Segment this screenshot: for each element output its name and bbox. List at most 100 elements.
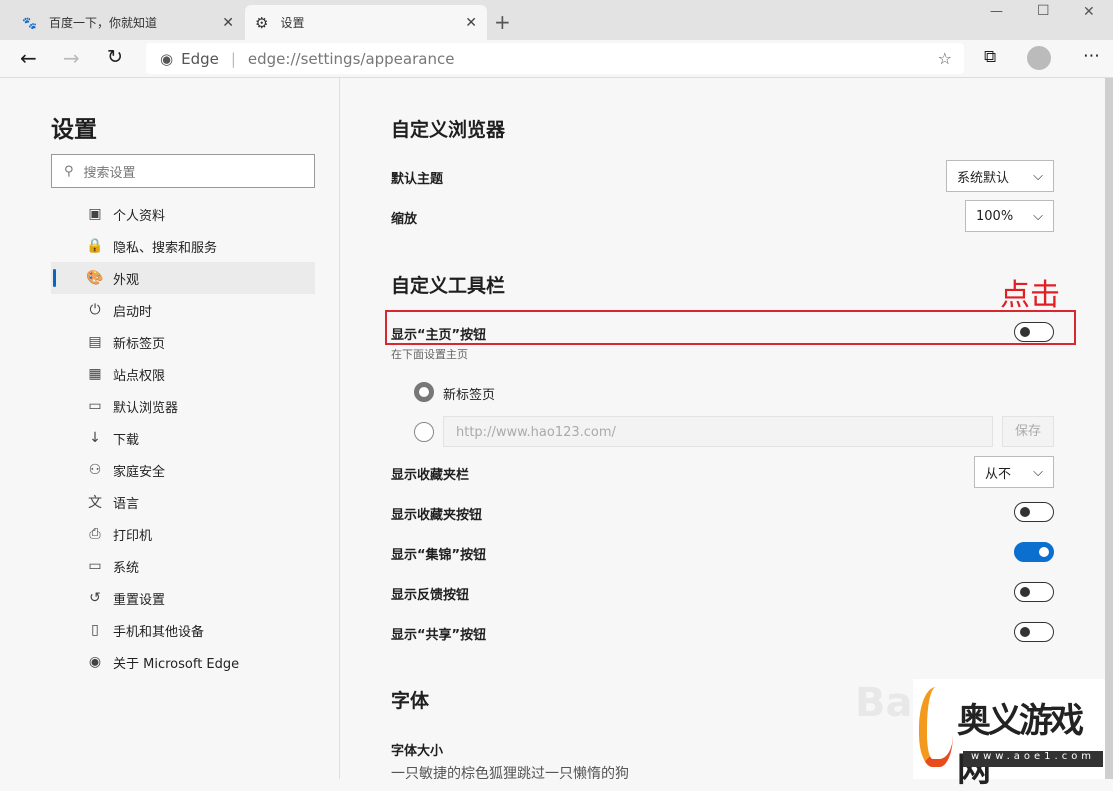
toggle-switch[interactable]: [1014, 582, 1054, 602]
sidebar-item[interactable]: ▦ 站点权限: [51, 358, 315, 390]
sidebar-item[interactable]: ↓ 下载: [51, 422, 315, 454]
back-button[interactable]: ←: [20, 46, 37, 70]
section-customize-toolbar: 自定义工具栏: [391, 275, 506, 297]
sidebar-item[interactable]: ◉ 关于 Microsoft Edge: [51, 646, 315, 678]
printer-icon: ⎙: [89, 526, 101, 542]
toggle-label: 显示反馈按钮: [391, 588, 470, 603]
language-icon: 文: [88, 495, 102, 511]
palette-icon: 🎨: [86, 270, 104, 286]
maximize-button[interactable]: ☐: [1037, 3, 1050, 19]
theme-dropdown[interactable]: 系统默认 ⌵: [946, 160, 1054, 192]
site-permissions-icon: ▦: [88, 366, 102, 382]
baidu-paw-icon: 🐾: [22, 15, 37, 30]
favorites-bar-dropdown[interactable]: 从不 ⌵: [974, 456, 1054, 488]
home-subtext: 在下面设置主页: [391, 348, 468, 361]
url-text: edge://settings/appearance: [247, 49, 455, 68]
toggle-label: 显示“集锦”按钮: [391, 548, 487, 563]
sidebar-item-label: 隐私、搜索和服务: [113, 240, 218, 256]
sidebar-item-label: 家庭安全: [113, 464, 166, 480]
site-label: Edge: [181, 49, 219, 68]
sidebar-item-label: 系统: [113, 560, 140, 576]
favorites-bar-value: 从不: [985, 466, 1012, 482]
sidebar-item[interactable]: ⏻ 启动时: [51, 294, 315, 326]
toggle-switch[interactable]: [1014, 542, 1054, 562]
highlight-box: [385, 310, 1076, 345]
collections-icon[interactable]: ⧉: [984, 47, 996, 67]
section-customize-browser: 自定义浏览器: [391, 119, 506, 141]
font-sample: 一只敏捷的棕色狐狸跳过一只懒惰的狗: [391, 766, 629, 782]
sidebar-item[interactable]: ▣ 个人资料: [51, 198, 315, 230]
toggle-switch[interactable]: [1014, 622, 1054, 642]
system-icon: ▭: [88, 558, 102, 574]
refresh-button[interactable]: ↻: [107, 46, 123, 68]
divider: |: [230, 49, 236, 68]
toggle-label: 显示“共享”按钮: [391, 628, 487, 643]
watermark-text: 奥义游戏网: [957, 701, 1084, 790]
site-watermark: 奥义游戏网 www.aoe1.com: [913, 679, 1105, 790]
home-button-label: 显示“主页”按钮: [391, 328, 487, 343]
close-tab-icon[interactable]: ✕: [222, 15, 234, 31]
sidebar-item[interactable]: ▭ 默认浏览器: [51, 390, 315, 422]
minimize-button[interactable]: —: [990, 4, 1003, 19]
chevron-down-icon: ⌵: [1033, 168, 1043, 184]
forward-button[interactable]: →: [63, 46, 80, 70]
sidebar-item[interactable]: 🔒 隐私、搜索和服务: [51, 230, 315, 262]
home-button-toggle[interactable]: [1014, 322, 1054, 342]
edge-icon: ◉: [88, 654, 102, 670]
section-fonts: 字体: [391, 690, 430, 712]
radio-newtab[interactable]: [414, 382, 434, 402]
avatar[interactable]: [1027, 46, 1051, 70]
zoom-dropdown[interactable]: 100% ⌵: [965, 200, 1054, 232]
close-tab-icon[interactable]: ✕: [465, 15, 477, 31]
sidebar-item-label: 重置设置: [113, 592, 166, 608]
tab-title: 设置: [280, 16, 305, 30]
click-annotation: 点击: [1000, 278, 1060, 313]
reset-icon: ↺: [89, 590, 101, 606]
edge-icon: ◉: [160, 49, 174, 68]
radio-newtab-label: 新标签页: [443, 388, 496, 403]
new-tab-button[interactable]: +: [494, 10, 511, 34]
save-button[interactable]: 保存: [1002, 416, 1054, 447]
favorite-star-icon[interactable]: ☆: [938, 49, 952, 68]
settings-title: 设置: [51, 117, 97, 143]
sidebar-item-label: 外观: [113, 272, 140, 288]
sidebar-item-label: 启动时: [113, 304, 153, 320]
tab-baidu[interactable]: 🐾 百度一下，你就知道 ✕: [12, 5, 244, 40]
address-bar[interactable]: ◉ Edge | edge://settings/appearance ☆: [146, 43, 964, 74]
family-icon: ⚇: [88, 462, 102, 478]
power-icon: ⏻: [89, 302, 101, 318]
sidebar-item-label: 打印机: [113, 528, 153, 544]
more-menu-icon[interactable]: ⋯: [1083, 46, 1100, 66]
homepage-url-input[interactable]: http://www.hao123.com/: [443, 416, 993, 447]
sidebar-item[interactable]: ⚇ 家庭安全: [51, 454, 315, 486]
close-window-button[interactable]: ✕: [1083, 4, 1095, 20]
sidebar-item-label: 下载: [113, 432, 140, 448]
chevron-down-icon: ⌵: [1033, 208, 1043, 224]
tab-settings[interactable]: ⚙ 设置 ✕: [245, 5, 487, 40]
sidebar-item[interactable]: ⎙ 打印机: [51, 518, 315, 550]
scrollbar[interactable]: [1105, 78, 1113, 779]
sidebar-item[interactable]: ▤ 新标签页: [51, 326, 315, 358]
radio-url[interactable]: [414, 422, 434, 442]
chevron-down-icon: ⌵: [1033, 464, 1043, 480]
zoom-value: 100%: [976, 208, 1014, 224]
sidebar-item[interactable]: 文语言: [51, 486, 315, 518]
gear-icon: ⚙: [255, 13, 269, 32]
toggle-switch[interactable]: [1014, 502, 1054, 522]
sidebar-item[interactable]: 🎨 外观: [51, 262, 315, 294]
watermark-url: www.aoe1.com: [963, 751, 1103, 767]
sidebar-item[interactable]: ▭ 系统: [51, 550, 315, 582]
newtab-icon: ▤: [88, 334, 102, 350]
profile-icon: ▣: [88, 206, 102, 222]
sidebar-item[interactable]: ↺ 重置设置: [51, 582, 315, 614]
tab-title: 百度一下，你就知道: [48, 16, 157, 30]
sidebar-item[interactable]: ▯ 手机和其他设备: [51, 614, 315, 646]
theme-label: 默认主题: [391, 172, 444, 187]
browser-icon: ▭: [88, 398, 102, 414]
search-input[interactable]: ⚲ 搜索设置: [51, 154, 315, 188]
phone-icon: ▯: [91, 622, 99, 638]
search-placeholder: 搜索设置: [83, 165, 136, 181]
lock-icon: 🔒: [86, 238, 104, 254]
search-icon: ⚲: [64, 163, 74, 179]
sidebar-item-label: 手机和其他设备: [113, 624, 205, 640]
